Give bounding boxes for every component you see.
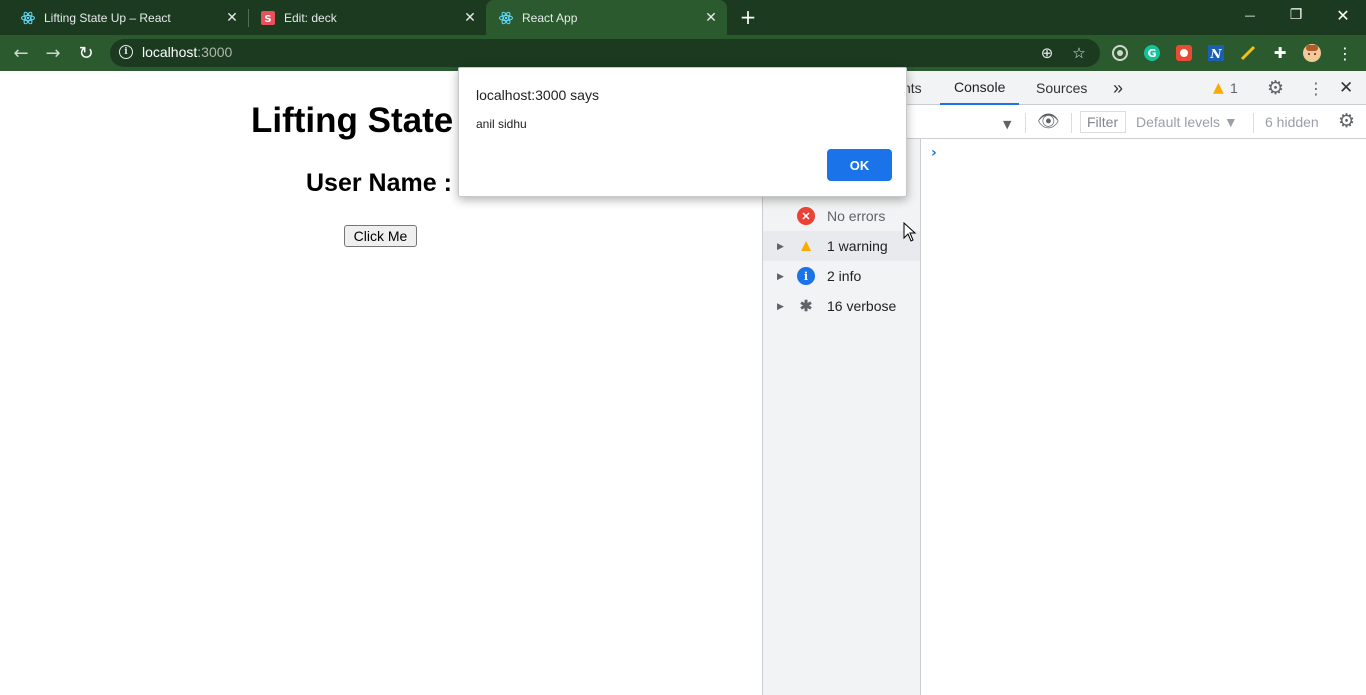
back-icon[interactable]: ←	[9, 41, 33, 65]
bookmark-star-icon[interactable]: ☆	[1070, 44, 1088, 62]
reload-icon[interactable]: ↻	[74, 41, 98, 65]
extension-record-icon[interactable]	[1110, 43, 1130, 63]
tab-edit-deck[interactable]: S Edit: deck ✕	[240, 0, 486, 35]
warning-icon[interactable]: ▲	[1213, 78, 1224, 98]
site-info-icon[interactable]: i	[119, 45, 133, 59]
alert-message: anil sidhu	[476, 117, 527, 131]
console-settings-gear-icon[interactable]: ⚙	[1338, 110, 1355, 132]
tab-sources[interactable]: Sources	[1036, 71, 1087, 105]
tab-lifting-state[interactable]: Lifting State Up – React ✕	[0, 0, 248, 35]
extension-red-icon[interactable]	[1174, 43, 1194, 63]
expand-triangle-icon: ▶	[777, 270, 784, 281]
default-levels-dropdown[interactable]: Default levels ▼	[1136, 114, 1238, 130]
sidebar-item-warnings[interactable]: ▶ ▲ 1 warning	[763, 231, 920, 261]
context-dropdown-icon[interactable]: ▼	[1003, 114, 1011, 134]
close-icon[interactable]: ✕	[462, 10, 478, 26]
user-name-label: User Name :	[306, 169, 452, 197]
address-bar[interactable]: i localhost:3000 ⊕ ☆	[110, 39, 1100, 67]
tab-react-app[interactable]: React App ✕	[486, 0, 727, 35]
sidebar-item-label: 2 info	[827, 268, 862, 284]
expand-triangle-icon: ▶	[777, 300, 784, 311]
alert-title: localhost:3000 says	[476, 87, 599, 103]
ok-button[interactable]: OK	[827, 149, 892, 181]
filter-input[interactable]: Filter	[1080, 111, 1126, 133]
url-port: :3000	[197, 44, 233, 60]
grammarly-icon[interactable]: G	[1142, 43, 1162, 63]
sidebar-item-label: 16 verbose	[827, 298, 897, 314]
sidebar-item-info[interactable]: ▶ i 2 info	[763, 261, 920, 291]
warning-icon: ▲	[797, 236, 815, 255]
sidebar-item-verbose[interactable]: ▶ ✱ 16 verbose	[763, 291, 920, 321]
console-prompt-caret[interactable]: ›	[931, 145, 937, 161]
react-icon	[498, 10, 514, 26]
react-icon	[20, 10, 36, 26]
window-close-button[interactable]: ✕	[1320, 0, 1366, 30]
settings-gear-icon[interactable]: ⚙	[1267, 77, 1284, 99]
forward-icon[interactable]: →	[41, 41, 65, 65]
menu-kebab-icon[interactable]: ⋮	[1335, 43, 1355, 63]
mouse-cursor-icon	[903, 221, 917, 246]
minimize-button[interactable]: —	[1227, 0, 1273, 30]
sidebar-item-errors[interactable]: ✕ No errors	[763, 201, 920, 231]
more-tabs-button[interactable]: »	[1113, 71, 1123, 105]
page-heading: Lifting State	[251, 101, 454, 140]
restore-button[interactable]: ❐	[1273, 0, 1319, 30]
url-host: localhost	[142, 44, 198, 60]
warning-count[interactable]: 1	[1230, 71, 1238, 105]
close-icon[interactable]: ✕	[224, 10, 240, 26]
tab-title: React App	[522, 10, 578, 25]
svg-text:G: G	[1147, 47, 1156, 60]
verbose-bug-icon: ✱	[799, 298, 813, 315]
devtools-menu-icon[interactable]: ⋮	[1308, 78, 1324, 98]
divider	[1071, 113, 1072, 133]
extensions-puzzle-icon[interactable]: ✚	[1270, 43, 1290, 63]
tab-console[interactable]: Console	[940, 71, 1020, 105]
divider	[1253, 113, 1254, 133]
divider	[1025, 113, 1026, 133]
svg-text:S: S	[264, 14, 271, 25]
profile-avatar-icon[interactable]	[1302, 43, 1322, 63]
alert-dialog: localhost:3000 says anil sidhu OK	[458, 67, 907, 197]
info-icon: i	[797, 267, 815, 285]
hidden-count: 6 hidden	[1265, 114, 1319, 130]
expand-triangle-icon: ▶	[777, 240, 784, 251]
devtools-close-icon[interactable]: ✕	[1339, 78, 1353, 98]
tab-title: Edit: deck	[284, 10, 337, 25]
error-icon: ✕	[797, 207, 815, 225]
new-tab-button[interactable]: +	[737, 5, 759, 29]
close-icon[interactable]: ✕	[703, 10, 719, 26]
zoom-icon[interactable]: ⊕	[1038, 44, 1056, 62]
live-expression-eye-icon[interactable]: 👁	[1037, 111, 1060, 132]
click-me-button[interactable]: Click Me	[344, 225, 417, 247]
tab-strip: Lifting State Up – React ✕ S Edit: deck …	[0, 0, 1366, 35]
url-text: localhost:3000	[142, 44, 232, 60]
sidebar-item-label: No errors	[827, 208, 886, 224]
console-sidebar: ✕ No errors ▶ ▲ 1 warning ▶ i 2 info ▶ ✱…	[763, 139, 921, 695]
slides-icon: S	[260, 10, 276, 26]
pencil-icon[interactable]	[1238, 43, 1258, 63]
sidebar-item-label: 1 warning	[827, 238, 888, 254]
extension-n-icon[interactable]: N	[1206, 43, 1226, 63]
tab-title: Lifting State Up – React	[44, 10, 171, 25]
svg-text:N: N	[1210, 47, 1223, 61]
